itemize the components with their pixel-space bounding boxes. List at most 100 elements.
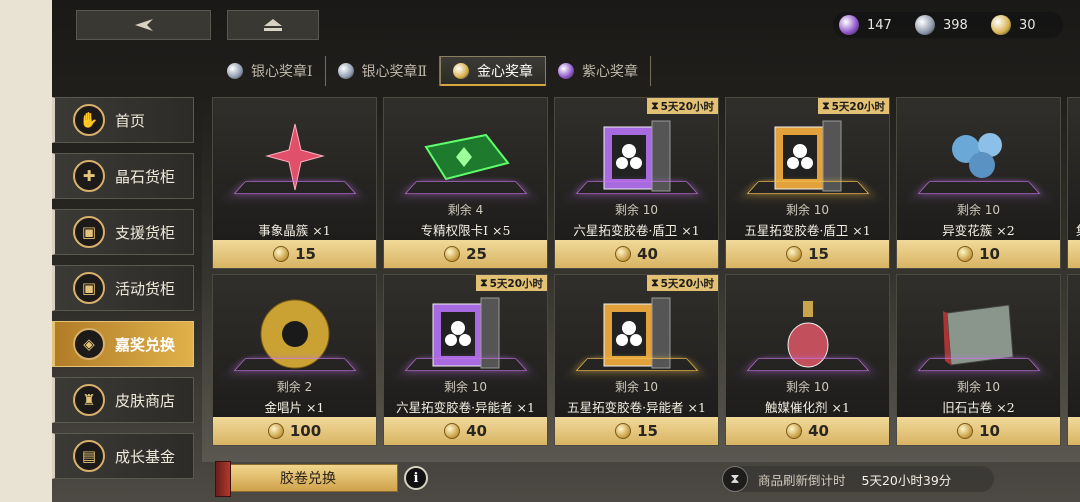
growth-fund-icon: ▤ [73,440,105,472]
medal-gem-icon [558,63,575,79]
refresh-label: 商品刷新倒计时 [758,472,846,488]
item-price: 40 [808,422,829,440]
item-art [555,114,718,200]
tab-label: 银心奖章Ⅰ [251,64,313,80]
item-name: 旧石古卷 ×2 [942,400,1015,415]
sidebar-item-label: 活动货柜 [115,279,176,298]
item-platform [574,358,699,372]
film-roll-icon [215,461,231,497]
item-price: 40 [637,245,658,263]
item-timer: ⧗ 5天20小时 [818,98,889,114]
item-name: 事象晶簇 ×1 [258,223,331,238]
item-art [384,291,547,377]
sidebar-item-4[interactable]: ◈ 嘉奖兑换 [52,321,194,367]
sidebar-item-label: 晶石货柜 [115,167,176,186]
item-price: 10 [979,422,1000,440]
shop-item-card[interactable]: ⧗ 5天20小时 剩余 10 五星拓变胶卷·异能者 ×1 15 [554,274,719,446]
shop-item-card[interactable]: 剩余 10 旧石古卷 ×2 10 [896,274,1061,446]
silver-gem-icon [915,15,935,35]
tab-medal-3[interactable]: 紫心奖章 [546,56,652,86]
item-platform [403,358,528,372]
back-button[interactable] [76,10,211,40]
shop-item-card[interactable]: ⧗ 5天20小时 剩余 10 五星拓变胶卷·盾卫 ×1 15 [725,97,890,269]
gold-coin-icon [615,246,632,262]
film-exchange-button[interactable]: 胶卷兑换 [215,461,398,497]
purple-gem-icon [839,15,859,35]
item-price: 25 [466,245,487,263]
shop-item-card[interactable]: 剩余 4 专精权限卡Ⅰ ×5 25 [383,97,548,269]
item-price: 10 [979,245,1000,263]
sidebar-item-1[interactable]: ✚ 晶石货柜 [52,153,194,199]
item-image [951,133,1002,178]
item-name: 六星拓变胶卷·异能者 ×1 [396,400,535,415]
item-price-bar [1068,417,1080,445]
item-price: 100 [289,422,322,440]
currency-item: 147 [839,15,911,35]
item-name: 五星拓变胶卷·异能者 ×1 [567,400,706,415]
info-button[interactable]: i [404,466,428,490]
item-price: 15 [295,245,316,263]
item-platform [745,358,870,372]
item-platform [916,358,1041,372]
tab-medal-1[interactable]: 银心奖章Ⅱ [326,56,441,86]
item-price: 15 [808,245,829,263]
item-timer-value: 5天20小时 [831,100,885,113]
sidebar-item-6[interactable]: ▤ 成长基金 [52,433,194,479]
sidebar-item-label: 嘉奖兑换 [115,335,176,354]
medal-gem-icon [453,62,470,79]
item-platform [403,181,528,195]
item-art [897,291,1060,377]
shop-item-card[interactable]: ⧗ 5天20小时 剩余 10 六星拓变胶卷·异能者 ×1 40 [383,274,548,446]
gold-coin-icon [786,423,803,439]
sidebar-item-3[interactable]: ▣ 活动货柜 [52,265,194,311]
sidebar-item-label: 成长基金 [115,447,176,466]
shop-item-card[interactable]: 事象晶簇 ×1 15 [212,97,377,269]
item-platform [916,181,1041,195]
item-price-bar: 15 [555,417,718,445]
hourglass-icon: ⧗ [722,466,748,492]
item-platform [232,358,357,372]
item-timer-value: 5天20小时 [660,277,714,290]
home-button[interactable] [227,10,319,40]
item-art [897,114,1060,200]
item-art [1068,291,1080,377]
item-remaining: 剩余 10 [956,380,1001,394]
item-art [384,114,547,200]
item-price-bar: 40 [555,240,718,268]
item-name: 六星拓变胶卷·盾卫 ×1 [573,223,700,238]
sidebar-item-5[interactable]: ♜ 皮肤商店 [52,377,194,423]
currency-value: 398 [943,17,968,33]
shop-item-card[interactable]: 剩余 10 异变花簇 ×2 10 [896,97,1061,269]
support-crate-icon: ▣ [73,216,105,248]
refresh-time: 5天20小时39分 [861,472,952,488]
shop-item-card[interactable]: 剩余 10 触媒催化剂 ×1 40 [725,274,890,446]
item-price-bar: 40 [726,417,889,445]
item-name: 金唱片 ×1 [264,400,325,415]
item-remaining: 剩余 10 [614,380,659,394]
shop-item-card[interactable]: 集 [1067,97,1080,269]
item-timer: ⧗ 5天20小时 [476,275,547,291]
back-arrow-icon [134,19,153,31]
sidebar-item-2[interactable]: ▣ 支援货柜 [52,209,194,255]
gold-coin-icon [444,246,461,262]
tab-medal-2[interactable]: 金心奖章 [440,56,547,86]
item-price-bar [1068,240,1080,268]
item-art [726,291,889,377]
gold-coin-icon [991,15,1011,35]
medal-gem-icon [337,63,354,79]
medal-exchange-icon: ◈ [73,328,105,360]
sidebar-item-label: 皮肤商店 [115,391,176,410]
item-remaining: 剩余 4 [447,203,484,217]
sidebar-item-0[interactable]: ✋ 首页 [52,97,194,143]
item-art [555,291,718,377]
item-remaining: 剩余 10 [785,380,830,394]
shop-item-card[interactable] [1067,274,1080,446]
shop-item-card[interactable]: ⧗ 5天20小时 剩余 10 六星拓变胶卷·盾卫 ×1 40 [554,97,719,269]
gold-coin-icon [957,246,974,262]
tab-medal-0[interactable]: 银心奖章Ⅰ [215,56,326,86]
shop-item-card[interactable]: 剩余 2 金唱片 ×1 100 [212,274,377,446]
gold-coin-icon [786,246,803,262]
item-timer-value: 5天20小时 [660,100,714,113]
currency-bar: 147 398 30 [833,12,1063,38]
hourglass-small-icon: ⧗ [480,276,488,289]
